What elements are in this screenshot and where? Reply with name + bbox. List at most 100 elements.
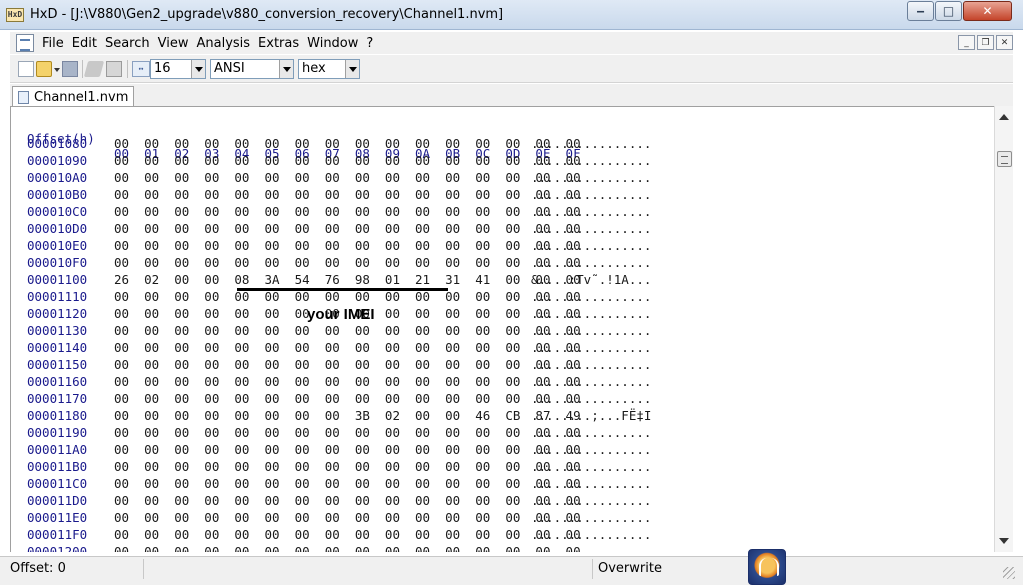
charset-select[interactable]: ANSI (210, 59, 294, 79)
row-text[interactable]: ................ (531, 357, 651, 372)
row-offset: 000011E0 (27, 510, 88, 525)
row-text[interactable]: &....:Tv˜.!1A... (531, 272, 651, 287)
scroll-thumb[interactable] (997, 151, 1012, 167)
app-orb-icon[interactable] (748, 549, 786, 585)
row-bytes[interactable]: 00 00 00 00 00 00 00 00 00 00 00 00 00 0… (114, 459, 581, 474)
menu-file[interactable]: File (38, 36, 68, 51)
row-bytes[interactable]: 00 00 00 00 00 00 00 00 00 00 00 00 00 0… (114, 238, 581, 253)
row-text[interactable]: ................ (531, 136, 651, 151)
row-text[interactable]: ................ (531, 340, 651, 355)
row-text[interactable]: ................ (531, 527, 651, 542)
vertical-scrollbar[interactable] (994, 106, 1013, 552)
row-bytes[interactable]: 00 00 00 00 00 00 00 00 00 00 00 00 00 0… (114, 170, 581, 185)
row-text[interactable]: ................ (531, 493, 651, 508)
mdi-close-button[interactable]: ✕ (996, 35, 1013, 50)
row-text[interactable]: ................ (531, 510, 651, 525)
open-dropdown-icon[interactable] (54, 68, 60, 72)
row-offset: 000010F0 (27, 255, 88, 270)
row-text[interactable]: ................ (531, 425, 651, 440)
row-text[interactable]: ................ (531, 391, 651, 406)
menu-view[interactable]: View (154, 36, 193, 51)
row-bytes[interactable]: 00 00 00 00 00 00 00 00 00 00 00 00 00 0… (114, 510, 581, 525)
close-icon: ✕ (982, 4, 993, 18)
minimize-button[interactable]: ‒ (907, 1, 934, 21)
row-text[interactable]: ................ (531, 459, 651, 474)
chevron-down-icon[interactable] (279, 60, 293, 78)
row-bytes[interactable]: 00 00 00 00 00 00 00 00 00 00 00 00 00 0… (114, 357, 581, 372)
row-bytes[interactable]: 00 00 00 00 00 00 00 00 00 00 00 00 00 0… (114, 391, 581, 406)
row-text[interactable]: ................ (531, 374, 651, 389)
save-disk-icon[interactable] (62, 61, 78, 77)
row-text[interactable]: ................ (531, 221, 651, 236)
row-bytes[interactable]: 00 00 00 00 00 00 00 00 00 00 00 00 00 0… (114, 476, 581, 491)
row-text[interactable]: ................ (531, 204, 651, 219)
row-text[interactable]: ................ (531, 187, 651, 202)
toolbar-separator (82, 60, 83, 78)
row-bytes[interactable]: 00 00 00 00 00 00 00 00 00 00 00 00 00 0… (114, 136, 581, 151)
row-bytes[interactable]: 00 00 00 00 00 00 00 00 00 00 00 00 00 0… (114, 153, 581, 168)
menu-window[interactable]: Window (303, 36, 362, 51)
row-offset: 000011B0 (27, 459, 88, 474)
scroll-down-icon[interactable] (999, 538, 1009, 544)
row-text[interactable]: ................ (531, 323, 651, 338)
mdi-restore-button[interactable]: ❐ (977, 35, 994, 50)
chevron-down-icon[interactable] (345, 60, 359, 78)
row-bytes[interactable]: 00 00 00 00 00 00 00 00 00 00 00 00 00 0… (114, 374, 581, 389)
hxd-app-icon[interactable]: HxD (6, 8, 24, 22)
window-titlebar[interactable]: HxD HxD - [J:\V880\Gen2_upgrade\v880_con… (0, 0, 1023, 30)
row-bytes[interactable]: 00 00 00 00 00 00 00 00 00 00 00 00 00 0… (114, 425, 581, 440)
hex-header-row: Offset(h) 00 01 02 03 04 05 06 07 08 09 … (11, 116, 581, 161)
resize-grip-icon[interactable] (1003, 567, 1015, 579)
menu-search[interactable]: Search (101, 36, 154, 51)
scroll-up-icon[interactable] (999, 114, 1009, 120)
open-folder-icon[interactable] (36, 61, 52, 77)
row-bytes[interactable]: 00 00 00 00 00 00 00 00 00 00 00 00 00 0… (114, 323, 581, 338)
row-bytes[interactable]: 00 00 00 00 00 00 00 00 00 00 00 00 00 0… (114, 340, 581, 355)
offset-base-select[interactable]: hex (298, 59, 360, 79)
row-bytes[interactable]: 00 00 00 00 00 00 00 00 00 00 00 00 00 0… (114, 255, 581, 270)
row-bytes[interactable]: 00 00 00 00 00 00 00 00 00 00 00 00 00 0… (114, 442, 581, 457)
maximize-button[interactable]: □ (935, 1, 962, 21)
menu-edit[interactable]: Edit (68, 36, 101, 51)
row-bytes[interactable]: 26 02 00 00 08 3A 54 76 98 01 21 31 41 0… (114, 272, 581, 287)
menu-analysis[interactable]: Analysis (192, 36, 254, 51)
cut-icon[interactable] (83, 61, 105, 77)
row-text[interactable]: ................ (531, 476, 651, 491)
row-bytes[interactable]: 00 00 00 00 00 00 00 00 00 00 00 00 00 0… (114, 204, 581, 219)
chevron-down-icon[interactable] (191, 60, 205, 78)
row-text[interactable]: ................ (531, 255, 651, 270)
row-offset: 000010E0 (27, 238, 88, 253)
document-menu-icon[interactable] (16, 34, 34, 52)
row-text[interactable]: ................ (531, 170, 651, 185)
row-bytes[interactable]: 00 00 00 00 00 00 00 00 00 00 00 00 00 0… (114, 544, 581, 552)
minimize-icon: ‒ (916, 4, 925, 18)
row-text[interactable]: ................ (531, 289, 651, 304)
tab-channel1-nvm[interactable]: Channel1.nvm (12, 86, 134, 107)
row-text[interactable]: ................ (531, 153, 651, 168)
row-bytes[interactable]: 00 00 00 00 00 00 00 00 00 00 00 00 00 0… (114, 289, 581, 304)
row-text[interactable]: ................ (531, 238, 651, 253)
row-text[interactable]: ........;...FË‡I (531, 408, 651, 423)
row-offset: 00001160 (27, 374, 88, 389)
row-text[interactable]: ................ (531, 544, 651, 552)
print-icon[interactable] (106, 61, 122, 77)
row-bytes[interactable]: 00 00 00 00 00 00 00 00 00 00 00 00 00 0… (114, 527, 581, 542)
hex-editor[interactable]: Offset(h) 00 01 02 03 04 05 06 07 08 09 … (10, 106, 994, 552)
row-text[interactable]: ................ (531, 306, 651, 321)
row-bytes[interactable]: 00 00 00 00 00 00 00 00 00 00 00 00 00 0… (114, 221, 581, 236)
mdi-minimize-button[interactable]: _ (958, 35, 975, 50)
row-text[interactable]: ................ (531, 442, 651, 457)
row-bytes[interactable]: 00 00 00 00 00 00 00 00 3B 02 00 00 46 C… (114, 408, 581, 423)
row-bytes[interactable]: 00 00 00 00 00 00 00 00 00 00 00 00 00 0… (114, 493, 581, 508)
imei-underline (237, 288, 448, 291)
row-offset: 00001180 (27, 408, 88, 423)
row-bytes[interactable]: 00 00 00 00 00 00 00 00 00 00 00 00 00 0… (114, 187, 581, 202)
offset-base-value: hex (302, 61, 326, 76)
bytes-per-row-value: 16 (154, 61, 171, 76)
menu-help[interactable]: ? (362, 36, 377, 51)
new-file-icon[interactable] (18, 61, 34, 77)
row-offset: 00001120 (27, 306, 88, 321)
menu-extras[interactable]: Extras (254, 36, 303, 51)
close-button[interactable]: ✕ (963, 1, 1012, 21)
bytes-per-row-select[interactable]: 16 (150, 59, 206, 79)
